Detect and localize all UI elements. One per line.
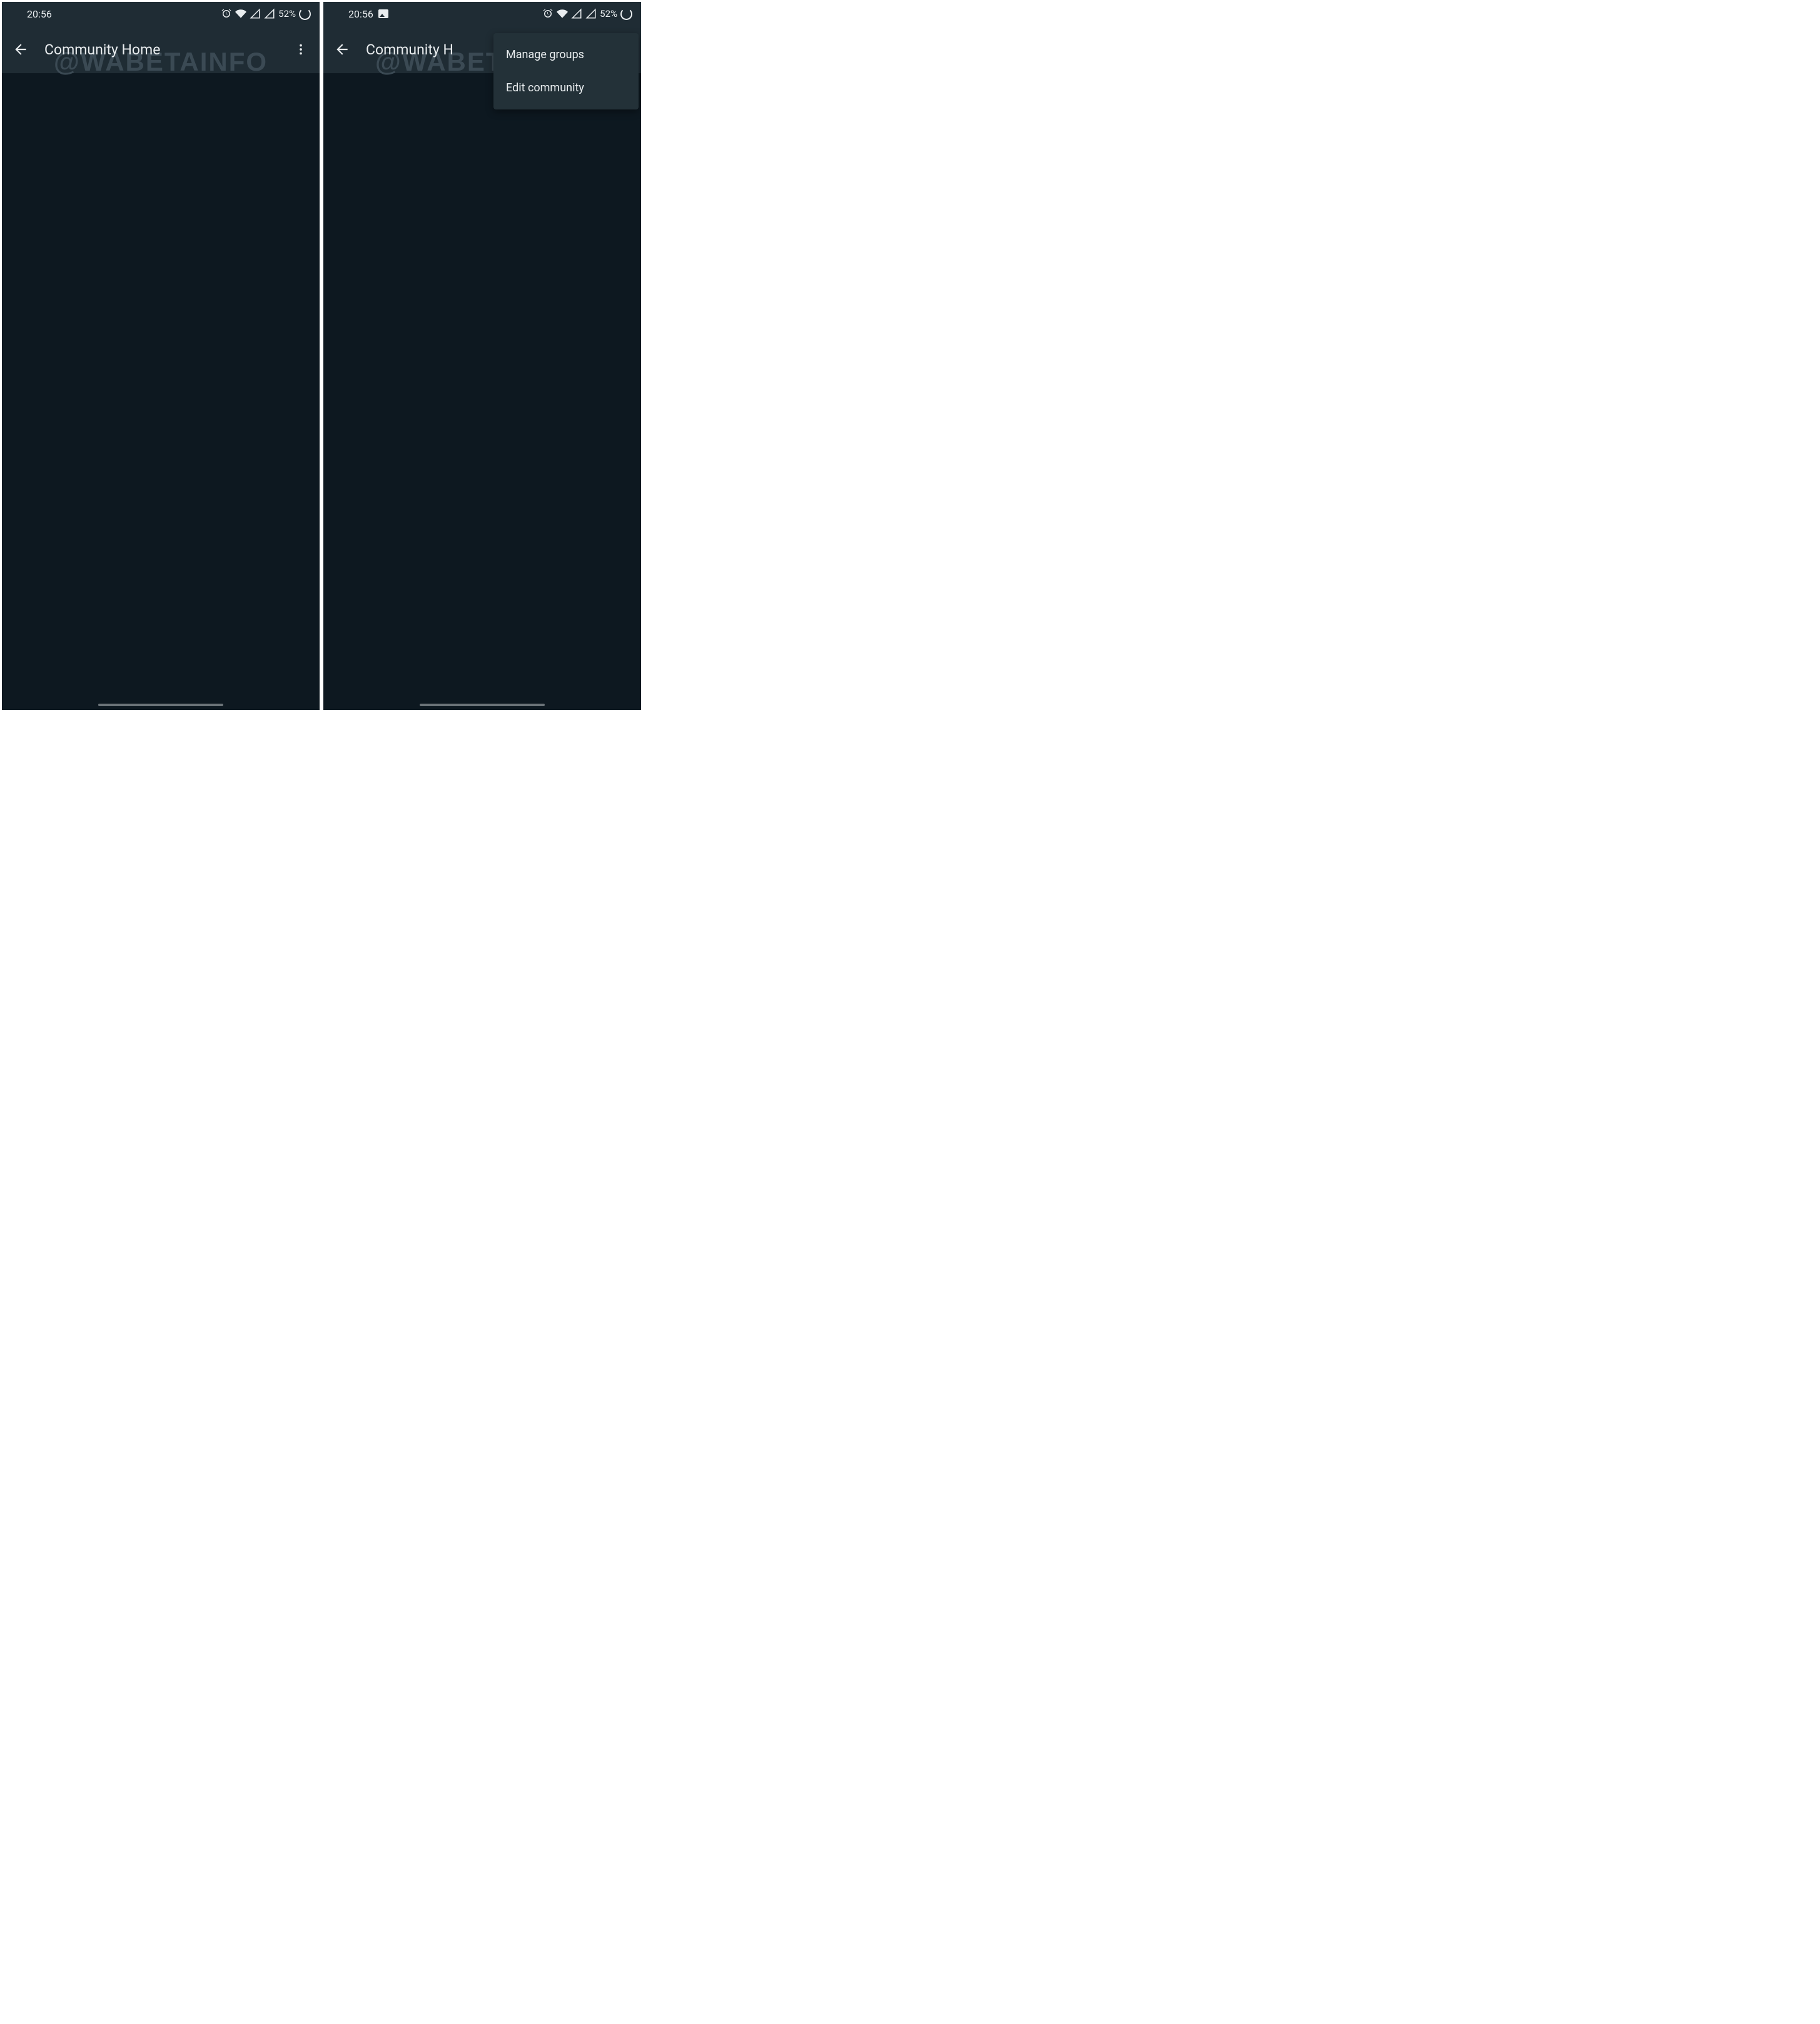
content-area	[323, 73, 641, 710]
options-menu: Manage groups Edit community	[493, 33, 639, 109]
alarm-icon	[221, 8, 232, 19]
back-button[interactable]	[333, 41, 351, 58]
navigation-handle[interactable]	[420, 704, 545, 706]
signal-icon-2	[585, 8, 597, 19]
arrow-left-icon	[13, 41, 29, 58]
image-notification-icon	[378, 9, 388, 18]
battery-percent: 52%	[600, 8, 617, 19]
status-time: 20:56	[27, 8, 52, 20]
phone-screen-left: 20:56 52% @WABETAINFO Community Home	[2, 2, 320, 710]
page-title: Community H	[366, 41, 453, 58]
page-title: Community Home	[44, 41, 160, 58]
signal-icon-1	[571, 8, 582, 19]
more-options-button[interactable]	[292, 41, 310, 58]
status-time: 20:56	[348, 8, 373, 20]
menu-item-manage-groups[interactable]: Manage groups	[493, 38, 639, 71]
app-bar: Community Home	[2, 26, 320, 73]
signal-icon-1	[250, 8, 261, 19]
navigation-handle[interactable]	[98, 704, 223, 706]
arrow-left-icon	[334, 41, 350, 58]
battery-percent: 52%	[278, 8, 296, 19]
status-bar: 20:56 52%	[323, 2, 641, 26]
signal-icon-2	[264, 8, 275, 19]
loading-spinner-icon	[299, 8, 311, 20]
back-button[interactable]	[12, 41, 29, 58]
wifi-icon	[557, 8, 568, 19]
status-bar: 20:56 52%	[2, 2, 320, 26]
phone-screen-right: 20:56 52% @WABETAINFO Community H Manage…	[323, 2, 641, 710]
loading-spinner-icon	[620, 8, 632, 20]
content-area	[2, 73, 320, 710]
alarm-icon	[542, 8, 554, 19]
menu-item-edit-community[interactable]: Edit community	[493, 71, 639, 104]
more-vertical-icon	[294, 43, 308, 56]
wifi-icon	[235, 8, 246, 19]
